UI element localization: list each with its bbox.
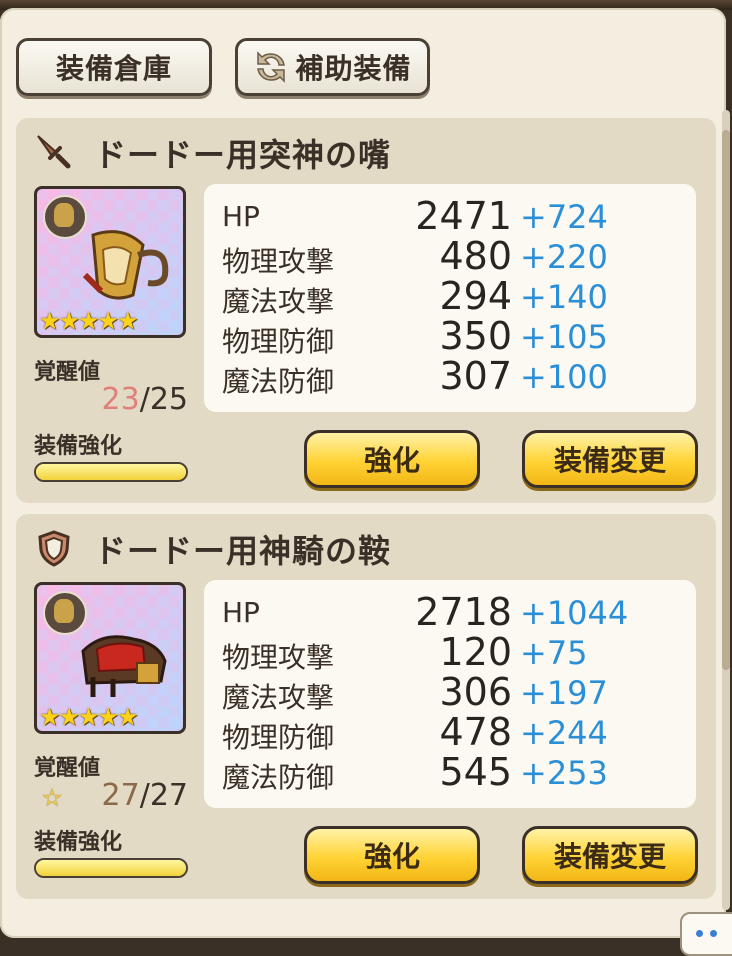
dot-icon: [696, 930, 703, 937]
stat-row: HP 2718 +1044: [204, 590, 696, 634]
item-thumbnail[interactable]: ★★★★★: [34, 582, 186, 734]
stat-name: 魔法防御: [222, 761, 335, 794]
stat-bonus: +197: [520, 674, 608, 712]
stat-name: 魔法防御: [222, 365, 335, 398]
awaken-current: 23: [101, 382, 140, 417]
stat-name: 魔法攻撃: [222, 681, 335, 714]
equipment-storage-label: 装備倉庫: [55, 52, 172, 85]
stat-bonus: +140: [520, 278, 608, 316]
stat-bonus: +100: [520, 358, 608, 396]
stat-name: 物理攻撃: [222, 641, 335, 674]
enhance-progress-fill: [36, 464, 186, 480]
stat-row: 物理防御 350 +105: [204, 314, 696, 358]
stat-name: 物理攻撃: [222, 245, 335, 278]
stat-bonus: +220: [520, 238, 608, 276]
stats-panel: HP 2718 +1044 物理攻撃 120 +75 魔法攻撃 306 +197…: [204, 580, 696, 808]
stat-value: 478: [439, 710, 512, 754]
stat-value: 120: [439, 630, 512, 674]
stat-row: 魔法防御 545 +253: [204, 750, 696, 794]
scrollbar-thumb[interactable]: [722, 130, 730, 670]
sync-icon: [257, 51, 286, 83]
enhance-label: 装備強化: [34, 830, 123, 855]
stat-row: 魔法攻撃 294 +140: [204, 274, 696, 318]
awaken-value: 23/25: [76, 382, 188, 417]
stat-value: 350: [439, 314, 512, 358]
awaken-max: /27: [139, 778, 188, 813]
enhance-progress-bar: [34, 462, 188, 482]
sub-equipment-button[interactable]: 補助装備: [235, 38, 430, 96]
enhance-progress-bar: [34, 858, 188, 878]
equipment-card: ドードー用神騎の鞍 ★★★★★ 覚醒値 ✫ 27/27 装備強化 HP 2718…: [16, 514, 716, 899]
enhance-label: 装備強化: [34, 434, 123, 459]
stat-row: 魔法防御 307 +100: [204, 354, 696, 398]
chat-bubble-icon[interactable]: [680, 912, 732, 956]
stat-value: 294: [439, 274, 512, 318]
enhance-progress-fill: [36, 860, 186, 876]
stat-row: 物理攻撃 120 +75: [204, 630, 696, 674]
stat-value: 2718: [415, 590, 512, 634]
dot-icon: [710, 930, 717, 937]
dagger-icon: [37, 135, 71, 169]
awaken-value: 27/27: [76, 778, 188, 813]
stat-bonus: +253: [520, 754, 608, 792]
stat-bonus: +1044: [520, 594, 629, 632]
stat-row: HP 2471 +724: [204, 194, 696, 238]
enhance-button[interactable]: 強化: [304, 430, 480, 488]
stat-name: 物理防御: [222, 325, 335, 358]
awaken-current: 27: [101, 778, 140, 813]
stats-panel: HP 2471 +724 物理攻撃 480 +220 魔法攻撃 294 +140…: [204, 184, 696, 412]
saddle-icon: [81, 635, 167, 697]
rarity-stars: ★★★★★: [39, 307, 139, 335]
stat-value: 306: [439, 670, 512, 714]
rarity-stars: ★★★★★: [39, 703, 139, 731]
stat-name: 物理防御: [222, 721, 335, 754]
stat-value: 545: [439, 750, 512, 794]
shield-icon: [38, 530, 70, 567]
beak-armor-icon: [82, 230, 169, 300]
stat-bonus: +244: [520, 714, 608, 752]
stat-bonus: +724: [520, 198, 608, 236]
stat-value: 2471: [415, 194, 512, 238]
stat-row: 魔法攻撃 306 +197: [204, 670, 696, 714]
equipment-card: ドードー用突神の嘴 ★★★★★ 覚醒値 23/25 装備強化 HP 2471 +…: [16, 118, 716, 503]
max-awaken-star-icon: ✫: [42, 784, 63, 812]
stat-name: HP: [222, 596, 260, 629]
change-equipment-button[interactable]: 装備変更: [522, 826, 698, 884]
item-thumbnail[interactable]: ★★★★★: [34, 186, 186, 338]
stat-name: 魔法攻撃: [222, 285, 335, 318]
enhance-button[interactable]: 強化: [304, 826, 480, 884]
stat-name: HP: [222, 200, 260, 233]
item-name: ドードー用神騎の鞍: [94, 532, 392, 570]
change-equipment-button[interactable]: 装備変更: [522, 430, 698, 488]
stat-value: 307: [439, 354, 512, 398]
stat-bonus: +75: [520, 634, 588, 672]
scrollbar[interactable]: [722, 110, 730, 910]
stat-row: 物理攻撃 480 +220: [204, 234, 696, 278]
stat-value: 480: [439, 234, 512, 278]
item-name: ドードー用突神の嘴: [94, 136, 392, 174]
awaken-max: /25: [139, 382, 188, 417]
stat-bonus: +105: [520, 318, 608, 356]
equipment-storage-button[interactable]: 装備倉庫: [16, 38, 212, 96]
stat-row: 物理防御 478 +244: [204, 710, 696, 754]
sub-equipment-label: 補助装備: [295, 52, 412, 85]
